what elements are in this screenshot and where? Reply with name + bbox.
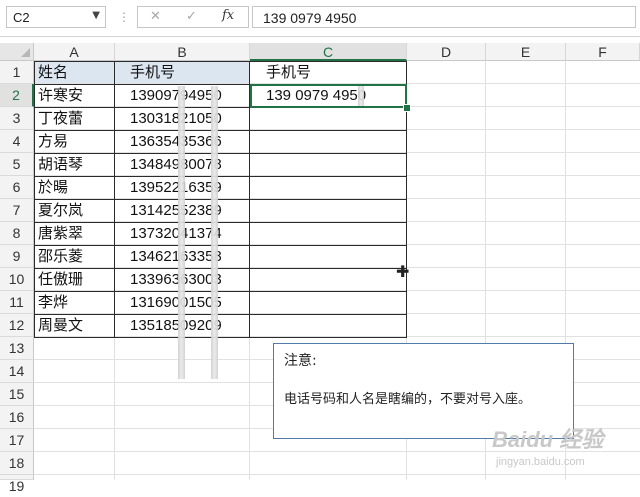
formula-bar: C2 ▼ ⋮ ✕ ✓ fx 139 0979 4950 (0, 0, 640, 37)
table-row-phone[interactable]: 13635435366 (130, 130, 250, 153)
table-row-name[interactable]: 李烨 (38, 291, 114, 314)
table-row-phone[interactable]: 13952216359 (130, 176, 250, 199)
cell-a1[interactable]: 姓名 (38, 61, 114, 84)
name-box[interactable]: C2 ▼ (6, 6, 106, 28)
table-row-phone[interactable]: 13169001505 (130, 291, 250, 314)
table-row-name[interactable]: 丁夜蕾 (38, 107, 114, 130)
table-row-phone[interactable]: 13462163358 (130, 245, 250, 268)
name-box-value: C2 (13, 10, 30, 25)
table-row-name[interactable]: 许寒安 (38, 84, 114, 107)
table-row-name[interactable]: 於暘 (38, 176, 114, 199)
formula-buttons: ✕ ✓ fx (137, 6, 249, 28)
formula-input[interactable]: 139 0979 4950 (252, 6, 636, 28)
redaction-strip (211, 86, 218, 379)
table-row-name[interactable]: 胡语琴 (38, 153, 114, 176)
table-row-name[interactable]: 方易 (38, 130, 114, 153)
enter-icon[interactable]: ✓ (186, 9, 197, 24)
cell-b1[interactable]: 手机号 (130, 61, 250, 84)
table-row-phone[interactable]: 13518509209 (130, 314, 250, 337)
cancel-icon[interactable]: ✕ (150, 9, 161, 24)
table-row-name[interactable]: 唐紫翠 (38, 222, 114, 245)
watermark-logo: Baidu 经验 jingyan.baidu.com (486, 420, 636, 478)
watermark-sub: jingyan.baidu.com (496, 456, 585, 468)
note-title: 注意: (284, 353, 317, 369)
table-row-phone[interactable]: 13142552389 (130, 199, 250, 222)
active-cell-border (250, 84, 407, 108)
cell-c1[interactable]: 手机号 (266, 61, 406, 84)
table-row-name[interactable]: 任傲珊 (38, 268, 114, 291)
table-row-phone[interactable]: 13484980078 (130, 153, 250, 176)
cell-cursor-icon: ✚ (396, 262, 410, 281)
table-row-phone[interactable]: 13732041374 (130, 222, 250, 245)
formula-input-value: 139 0979 4950 (263, 10, 357, 26)
table-row-phone[interactable]: 13031821050 (130, 107, 250, 130)
chevron-down-icon[interactable]: ▼ (92, 10, 100, 21)
table-row-name[interactable]: 邵乐菱 (38, 245, 114, 268)
redaction-strip (178, 86, 185, 379)
watermark-main: Baidu 经验 (492, 427, 604, 452)
table-row-phone[interactable]: 13909794950 (130, 84, 250, 107)
insert-function-icon[interactable]: fx (222, 8, 234, 23)
table-row-name[interactable]: 夏尔岚 (38, 199, 114, 222)
note-body: 电话号码和人名是瞎编的，不要对号入座。 (284, 392, 532, 407)
table-row-phone[interactable]: 13396363003 (130, 268, 250, 291)
drag-handle-icon[interactable]: ⋮ (118, 10, 130, 24)
table-row-name[interactable]: 周曼文 (38, 314, 114, 337)
fill-handle[interactable] (403, 104, 411, 112)
